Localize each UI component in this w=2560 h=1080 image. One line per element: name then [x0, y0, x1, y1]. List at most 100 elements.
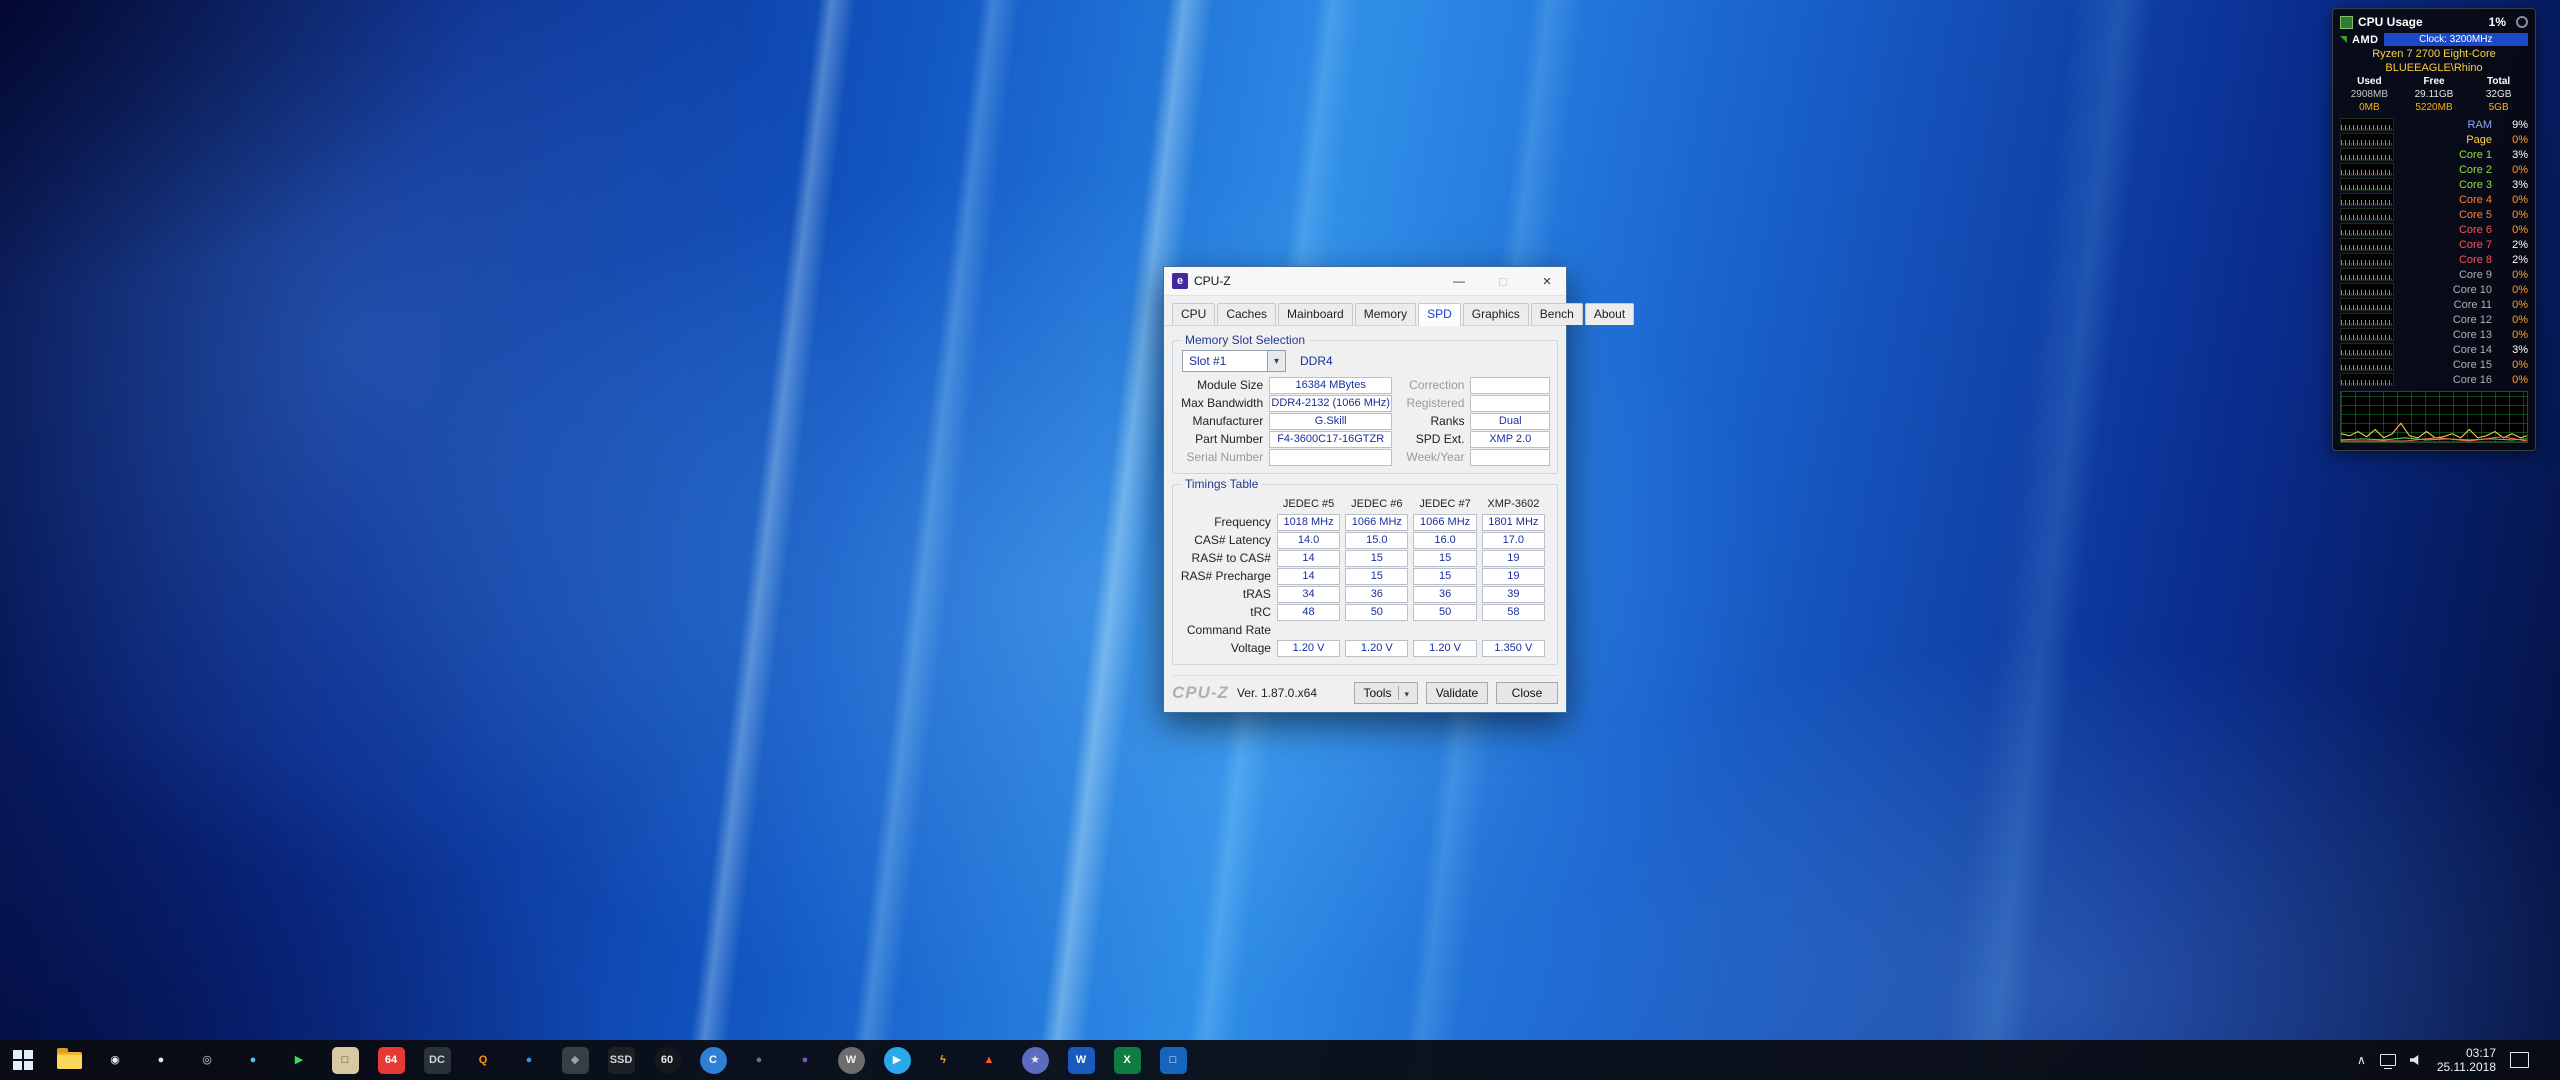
history-mini-graph: [2340, 343, 2394, 356]
cpu-model: Ryzen 7 2700 Eight-Core: [2340, 47, 2528, 61]
cell: 17.0: [1482, 532, 1545, 549]
meter-row: Core 13%: [2340, 147, 2528, 162]
row-label: Command Rate: [1180, 623, 1277, 637]
memory-slot-selection-group: Memory Slot Selection Slot #1 DDR4 Modul…: [1172, 340, 1558, 474]
tools-label: Tools: [1363, 686, 1391, 700]
cell: 50: [1345, 604, 1408, 621]
meter-row: Core 90%: [2340, 267, 2528, 282]
meter-label: Page: [2400, 134, 2492, 146]
slot-type-label: DDR4: [1300, 354, 1333, 368]
meter-label: Core 15: [2400, 359, 2492, 371]
taskbar-icon-blue-orb[interactable]: ●: [230, 1040, 276, 1080]
taskbar-icon-white-disc[interactable]: ◉: [92, 1040, 138, 1080]
taskbar-icon-star-app[interactable]: ★: [1012, 1040, 1058, 1080]
taskbar-icon-word[interactable]: W: [1058, 1040, 1104, 1080]
close-window-button[interactable]: [1528, 267, 1566, 295]
taskbar-icon-package[interactable]: □: [322, 1040, 368, 1080]
windows-logo-icon: [13, 1050, 33, 1070]
taskbar-icon-lightning[interactable]: ϟ: [920, 1040, 966, 1080]
taskbar-icon-dark-app[interactable]: ◆: [552, 1040, 598, 1080]
taskbar-icon-ccleaner[interactable]: C: [690, 1040, 736, 1080]
tools-button[interactable]: Tools: [1354, 682, 1418, 704]
clock-time: 03:17: [2437, 1046, 2496, 1060]
tab-graphics[interactable]: Graphics: [1463, 303, 1529, 325]
start-button[interactable]: [0, 1040, 46, 1080]
taskbar-icon-dc-app[interactable]: DC: [414, 1040, 460, 1080]
taskbar-icon-white-orb[interactable]: ●: [138, 1040, 184, 1080]
taskbar-icon-w-circle[interactable]: W: [828, 1040, 874, 1080]
table-row: Voltage 1.20 V 1.20 V 1.20 V 1.350 V: [1180, 639, 1550, 657]
tab-mainboard[interactable]: Mainboard: [1278, 303, 1353, 325]
lightning-icon: ϟ: [930, 1047, 957, 1074]
tab-about[interactable]: About: [1585, 303, 1634, 325]
close-button[interactable]: Close: [1496, 682, 1558, 704]
taskbar-icon-aida64[interactable]: 64: [368, 1040, 414, 1080]
taskbar-icon-purple-app[interactable]: ●: [782, 1040, 828, 1080]
cell: 1.20 V: [1413, 640, 1476, 657]
tab-caches[interactable]: Caches: [1217, 303, 1276, 325]
cell: 39: [1482, 586, 1545, 603]
tab-spd[interactable]: SPD: [1418, 303, 1461, 326]
meter-label: Core 3: [2400, 179, 2492, 191]
cell: 1.20 V: [1277, 640, 1340, 657]
meter-row: Core 110%: [2340, 297, 2528, 312]
taskbar-icon-file-explorer[interactable]: [46, 1040, 92, 1080]
q-app-icon: Q: [470, 1047, 497, 1074]
taskbar-icon-q-app[interactable]: Q: [460, 1040, 506, 1080]
validate-button[interactable]: Validate: [1426, 682, 1488, 704]
meter-label: RAM: [2400, 119, 2492, 131]
col-used: Used: [2340, 75, 2399, 88]
tray-clock[interactable]: 03:17 25.11.2018: [2437, 1046, 2496, 1074]
taskbar-icon-excel[interactable]: X: [1104, 1040, 1150, 1080]
history-mini-graph: [2340, 238, 2394, 251]
ram-used: 2908MB: [2340, 88, 2399, 101]
gadget-settings-icon[interactable]: [2516, 16, 2528, 28]
action-center-icon[interactable]: [2510, 1052, 2529, 1068]
page-free: 5220MB: [2399, 101, 2470, 114]
meter-label: Core 14: [2400, 344, 2492, 356]
meter-value: 0%: [2498, 164, 2528, 176]
table-row: RAS# Precharge 14 15 15 19: [1180, 567, 1550, 585]
taskbar-icon-green-arrow[interactable]: ▶: [276, 1040, 322, 1080]
meter-row: Core 20%: [2340, 162, 2528, 177]
meter-label: Core 16: [2400, 374, 2492, 386]
cell: 15: [1413, 550, 1476, 567]
tab-bench[interactable]: Bench: [1531, 303, 1583, 325]
cell: [1482, 622, 1545, 639]
taskbar-icon-ssd-tool[interactable]: SSD: [598, 1040, 644, 1080]
network-icon[interactable]: [2380, 1054, 2396, 1066]
meter-row: Core 120%: [2340, 312, 2528, 327]
cell: 14.0: [1277, 532, 1340, 549]
timings-table-group: Timings Table JEDEC #5 JEDEC #6 JEDEC #7…: [1172, 484, 1558, 665]
spd-ext-value: XMP 2.0: [1470, 431, 1550, 448]
meter-value: 2%: [2498, 254, 2528, 266]
system-tray: ∧ 03:17 25.11.2018: [2347, 1040, 2560, 1080]
cpu-clock: Clock: 3200MHz: [2384, 33, 2528, 46]
field-label: Module Size: [1180, 378, 1269, 392]
maximize-button[interactable]: [1484, 267, 1522, 295]
show-hidden-icons-chevron[interactable]: ∧: [2357, 1053, 2366, 1067]
taskbar-icon-dark-sphere[interactable]: ●: [736, 1040, 782, 1080]
table-row: CAS# Latency 14.0 15.0 16.0 17.0: [1180, 531, 1550, 549]
tab-cpu[interactable]: CPU: [1172, 303, 1215, 325]
volume-icon[interactable]: [2410, 1054, 2423, 1066]
history-mini-graph: [2340, 208, 2394, 221]
taskbar-icon-rtss-gauge[interactable]: 60: [644, 1040, 690, 1080]
table-row: Command Rate: [1180, 621, 1550, 639]
cpuz-titlebar[interactable]: e CPU-Z: [1164, 267, 1566, 296]
camera-icon: ◎: [194, 1047, 221, 1074]
taskbar-icon-telegram[interactable]: ▶: [874, 1040, 920, 1080]
tools-dropdown-icon[interactable]: [1398, 686, 1409, 700]
taskbar-icon-camera[interactable]: ◎: [184, 1040, 230, 1080]
taskbar-icon-blue-round[interactable]: ●: [506, 1040, 552, 1080]
minimize-button[interactable]: [1440, 267, 1478, 295]
taskbar-icon-blue-square[interactable]: □: [1150, 1040, 1196, 1080]
taskbar-icon-flame[interactable]: ▲: [966, 1040, 1012, 1080]
tab-memory[interactable]: Memory: [1355, 303, 1416, 325]
ccleaner-icon: C: [700, 1047, 727, 1074]
memory-slot-select[interactable]: Slot #1: [1182, 350, 1286, 372]
history-mini-graph: [2340, 148, 2394, 161]
field-label: Manufacturer: [1180, 414, 1269, 428]
field-label: Correction: [1400, 378, 1470, 392]
history-mini-graph: [2340, 328, 2394, 341]
